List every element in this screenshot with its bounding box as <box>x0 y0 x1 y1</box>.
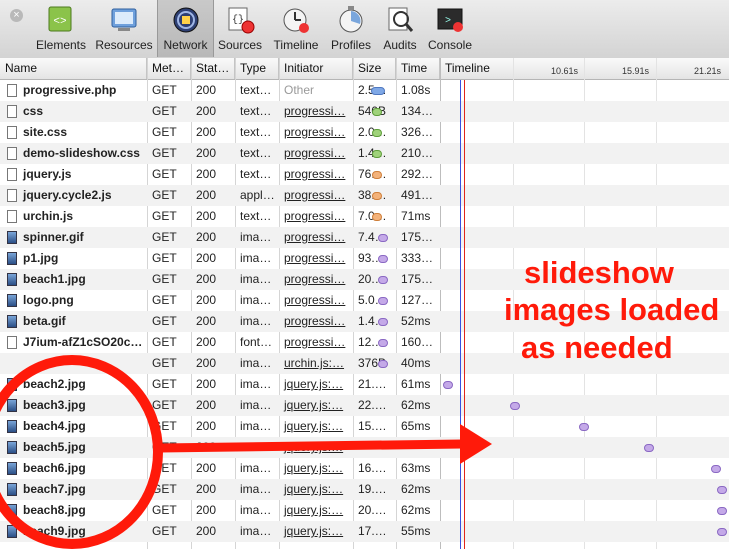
annotation-arrow-shaft <box>159 439 463 453</box>
annotation-line-3: as needed <box>521 330 673 365</box>
annotation-line-2: images loaded <box>504 292 720 327</box>
annotation-arrow-head <box>460 424 492 464</box>
annotation-line-1: slideshow <box>524 255 674 290</box>
highlight-circle <box>0 355 163 549</box>
